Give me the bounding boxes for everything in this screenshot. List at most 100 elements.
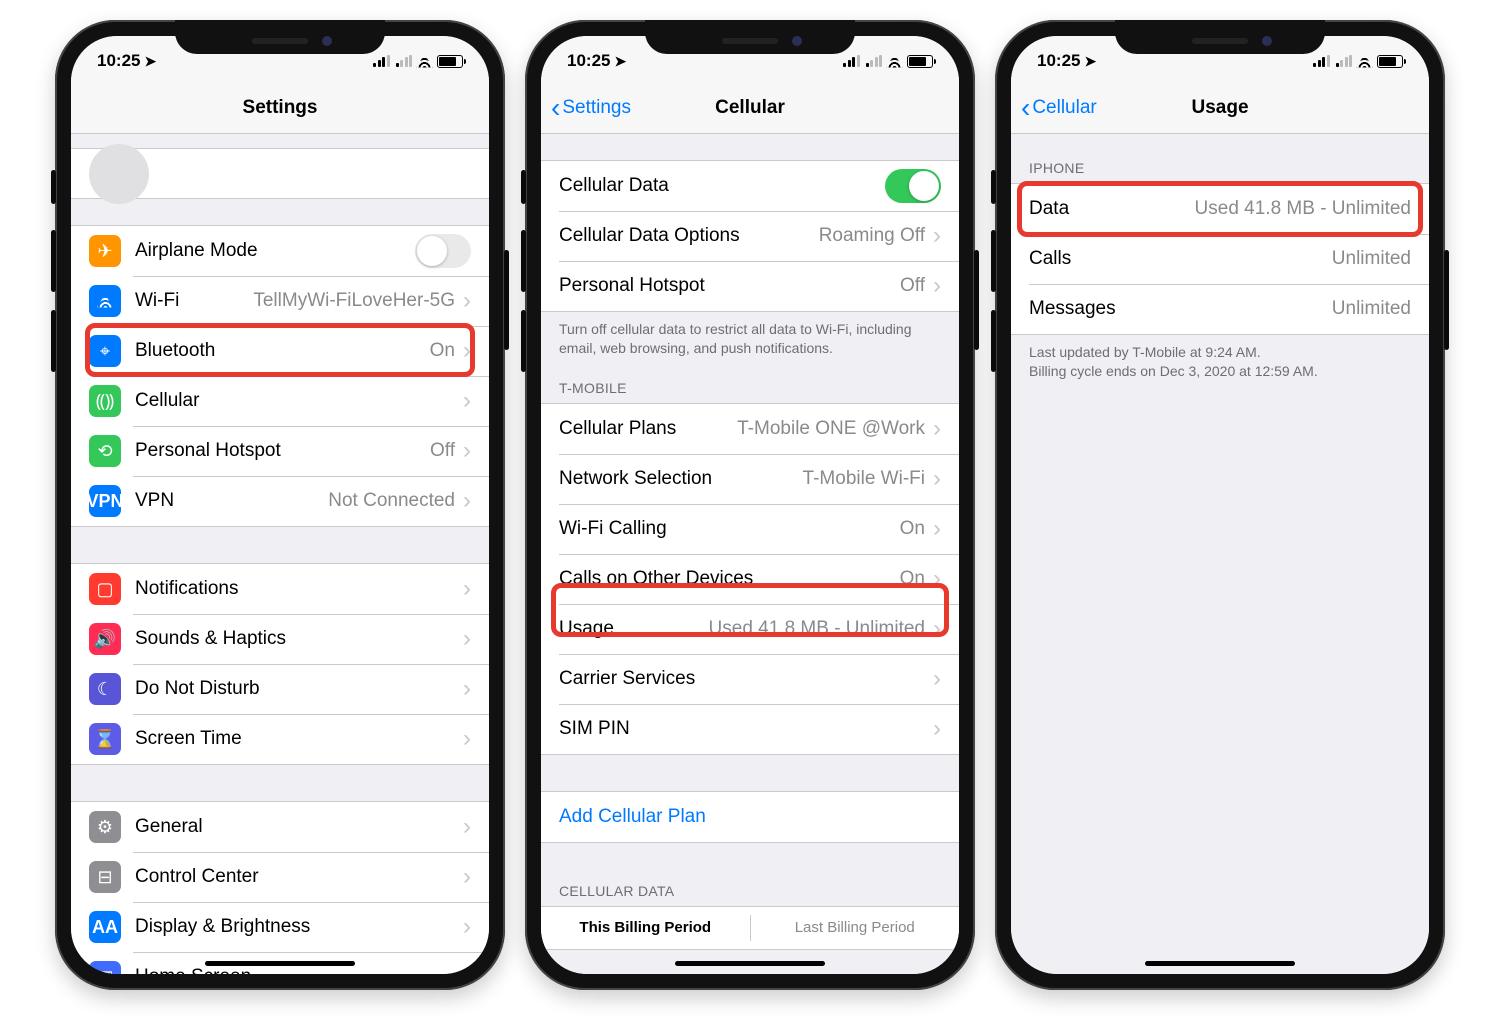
signal-icon xyxy=(843,55,860,67)
chevron-right-icon: › xyxy=(463,489,471,513)
row-carrier[interactable]: Carrier Services › xyxy=(541,654,959,704)
row-simpin[interactable]: SIM PIN › xyxy=(541,704,959,754)
chevron-left-icon: ‹ xyxy=(1021,94,1030,122)
airplane-icon: ✈ xyxy=(89,235,121,267)
sounds-icon: 🔊 xyxy=(89,623,121,655)
row-hotspot[interactable]: ⟲ Personal Hotspot Off › xyxy=(71,426,489,476)
row-plans[interactable]: Cellular Plans T-Mobile ONE @Work › xyxy=(541,404,959,454)
hotspot-label: Personal Hotspot xyxy=(135,440,281,462)
row-notifications[interactable]: ▢ Notifications › xyxy=(71,564,489,614)
row-bluetooth[interactable]: ⌖ Bluetooth On › xyxy=(71,326,489,376)
tab-this-period[interactable]: This Billing Period xyxy=(541,919,750,936)
homescreen-icon: ▦ xyxy=(89,961,121,974)
row-callsother[interactable]: Calls on Other Devices On › xyxy=(541,554,959,604)
vpn-icon: VPN xyxy=(89,485,121,517)
nav-title: Settings xyxy=(71,97,489,119)
cellular-data-header: CELLULAR DATA xyxy=(541,883,959,906)
row-controlcenter[interactable]: ⊟ Control Center › xyxy=(71,852,489,902)
airplane-toggle[interactable] xyxy=(415,234,471,268)
row-personal-hotspot[interactable]: Personal Hotspot Off › xyxy=(541,261,959,311)
chevron-right-icon: › xyxy=(933,617,941,641)
plans-value: T-Mobile ONE @Work xyxy=(737,418,925,440)
row-network[interactable]: Network Selection T-Mobile Wi-Fi › xyxy=(541,454,959,504)
iphone-header: IPHONE xyxy=(1011,160,1429,183)
status-time: 10:25 xyxy=(1037,51,1080,71)
back-label: Cellular xyxy=(1032,97,1096,119)
dnd-label: Do Not Disturb xyxy=(135,678,260,700)
row-screentime[interactable]: ⌛ Screen Time › xyxy=(71,714,489,764)
display-icon: AA xyxy=(89,911,121,943)
airplane-label: Airplane Mode xyxy=(135,240,258,262)
usage-content[interactable]: IPHONE Data Used 41.8 MB - Unlimited Cal… xyxy=(1011,134,1429,974)
wifi-icon xyxy=(886,55,903,68)
row-cellular-options[interactable]: Cellular Data Options Roaming Off › xyxy=(541,211,959,261)
chevron-right-icon: › xyxy=(933,667,941,691)
phone-settings: 10:25➤ Settings ✈ xyxy=(55,20,505,990)
wifi-row-icon xyxy=(89,285,121,317)
cellular-options-value: Roaming Off xyxy=(819,225,925,247)
location-icon: ➤ xyxy=(614,53,626,70)
row-wificalling[interactable]: Wi-Fi Calling On › xyxy=(541,504,959,554)
chevron-right-icon: › xyxy=(933,517,941,541)
battery-icon xyxy=(907,55,933,68)
carrier-label: Carrier Services xyxy=(559,668,695,690)
row-data[interactable]: Data Used 41.8 MB - Unlimited xyxy=(1011,184,1429,234)
chevron-left-icon: ‹ xyxy=(551,94,560,122)
usage-value: Used 41.8 MB - Unlimited xyxy=(709,618,925,640)
row-wifi[interactable]: Wi-Fi TellMyWi-FiLoveHer-5G › xyxy=(71,276,489,326)
chevron-right-icon: › xyxy=(933,567,941,591)
chevron-right-icon: › xyxy=(463,815,471,839)
back-button[interactable]: ‹Settings xyxy=(551,94,631,122)
battery-icon xyxy=(437,55,463,68)
tab-last-period[interactable]: Last Billing Period xyxy=(751,919,960,936)
row-usage[interactable]: Usage Used 41.8 MB - Unlimited › xyxy=(541,604,959,654)
cellular-options-label: Cellular Data Options xyxy=(559,225,740,247)
sounds-label: Sounds & Haptics xyxy=(135,628,286,650)
row-airplane-mode[interactable]: ✈ Airplane Mode xyxy=(71,226,489,276)
back-button[interactable]: ‹Cellular xyxy=(1021,94,1097,122)
row-dnd[interactable]: ☾ Do Not Disturb › xyxy=(71,664,489,714)
homescreen-label: Home Screen xyxy=(135,966,251,974)
row-general[interactable]: ⚙ General › xyxy=(71,802,489,852)
billing-tabs[interactable]: This Billing Period Last Billing Period xyxy=(541,907,959,949)
row-cellular-data[interactable]: Cellular Data xyxy=(541,161,959,211)
row-sounds[interactable]: 🔊 Sounds & Haptics › xyxy=(71,614,489,664)
chevron-right-icon: › xyxy=(933,224,941,248)
callsother-value: On xyxy=(900,568,925,590)
row-calls[interactable]: Calls Unlimited xyxy=(1011,234,1429,284)
chevron-right-icon: › xyxy=(463,965,471,974)
display-label: Display & Brightness xyxy=(135,916,310,938)
callsother-label: Calls on Other Devices xyxy=(559,568,753,590)
general-label: General xyxy=(135,816,203,838)
personal-hotspot-value: Off xyxy=(900,275,925,297)
chevron-right-icon: › xyxy=(463,289,471,313)
row-display[interactable]: AA Display & Brightness › xyxy=(71,902,489,952)
wifi-label: Wi-Fi xyxy=(135,290,179,312)
plans-label: Cellular Plans xyxy=(559,418,676,440)
row-vpn[interactable]: VPN VPN Not Connected › xyxy=(71,476,489,526)
chevron-right-icon: › xyxy=(463,865,471,889)
wifi-value: TellMyWi-FiLoveHer-5G xyxy=(253,290,455,312)
data-value: Used 41.8 MB - Unlimited xyxy=(1195,198,1411,220)
wificalling-label: Wi-Fi Calling xyxy=(559,518,667,540)
cellular-footer: Turn off cellular data to restrict all d… xyxy=(541,312,959,358)
cellular-data-toggle[interactable] xyxy=(885,169,941,203)
row-cellular[interactable]: ⸨⸩ Cellular › xyxy=(71,376,489,426)
wifi-icon xyxy=(1356,55,1373,68)
home-indicator[interactable] xyxy=(675,961,825,966)
location-icon: ➤ xyxy=(1084,53,1096,70)
home-indicator[interactable] xyxy=(1145,961,1295,966)
bluetooth-label: Bluetooth xyxy=(135,340,215,362)
nav-bar: Settings xyxy=(71,82,489,134)
hotspot-value: Off xyxy=(430,440,455,462)
settings-content[interactable]: ✈ Airplane Mode Wi-Fi TellMyWi-FiLoveHer… xyxy=(71,134,489,974)
row-messages[interactable]: Messages Unlimited xyxy=(1011,284,1429,334)
home-indicator[interactable] xyxy=(205,961,355,966)
screentime-label: Screen Time xyxy=(135,728,242,750)
row-profile[interactable] xyxy=(71,148,489,198)
signal2-icon xyxy=(396,55,413,67)
row-add-plan[interactable]: Add Cellular Plan xyxy=(541,792,959,842)
cellular-content[interactable]: Cellular Data Cellular Data Options Roam… xyxy=(541,134,959,974)
tmobile-header: T-MOBILE xyxy=(541,380,959,403)
chevron-right-icon: › xyxy=(463,339,471,363)
